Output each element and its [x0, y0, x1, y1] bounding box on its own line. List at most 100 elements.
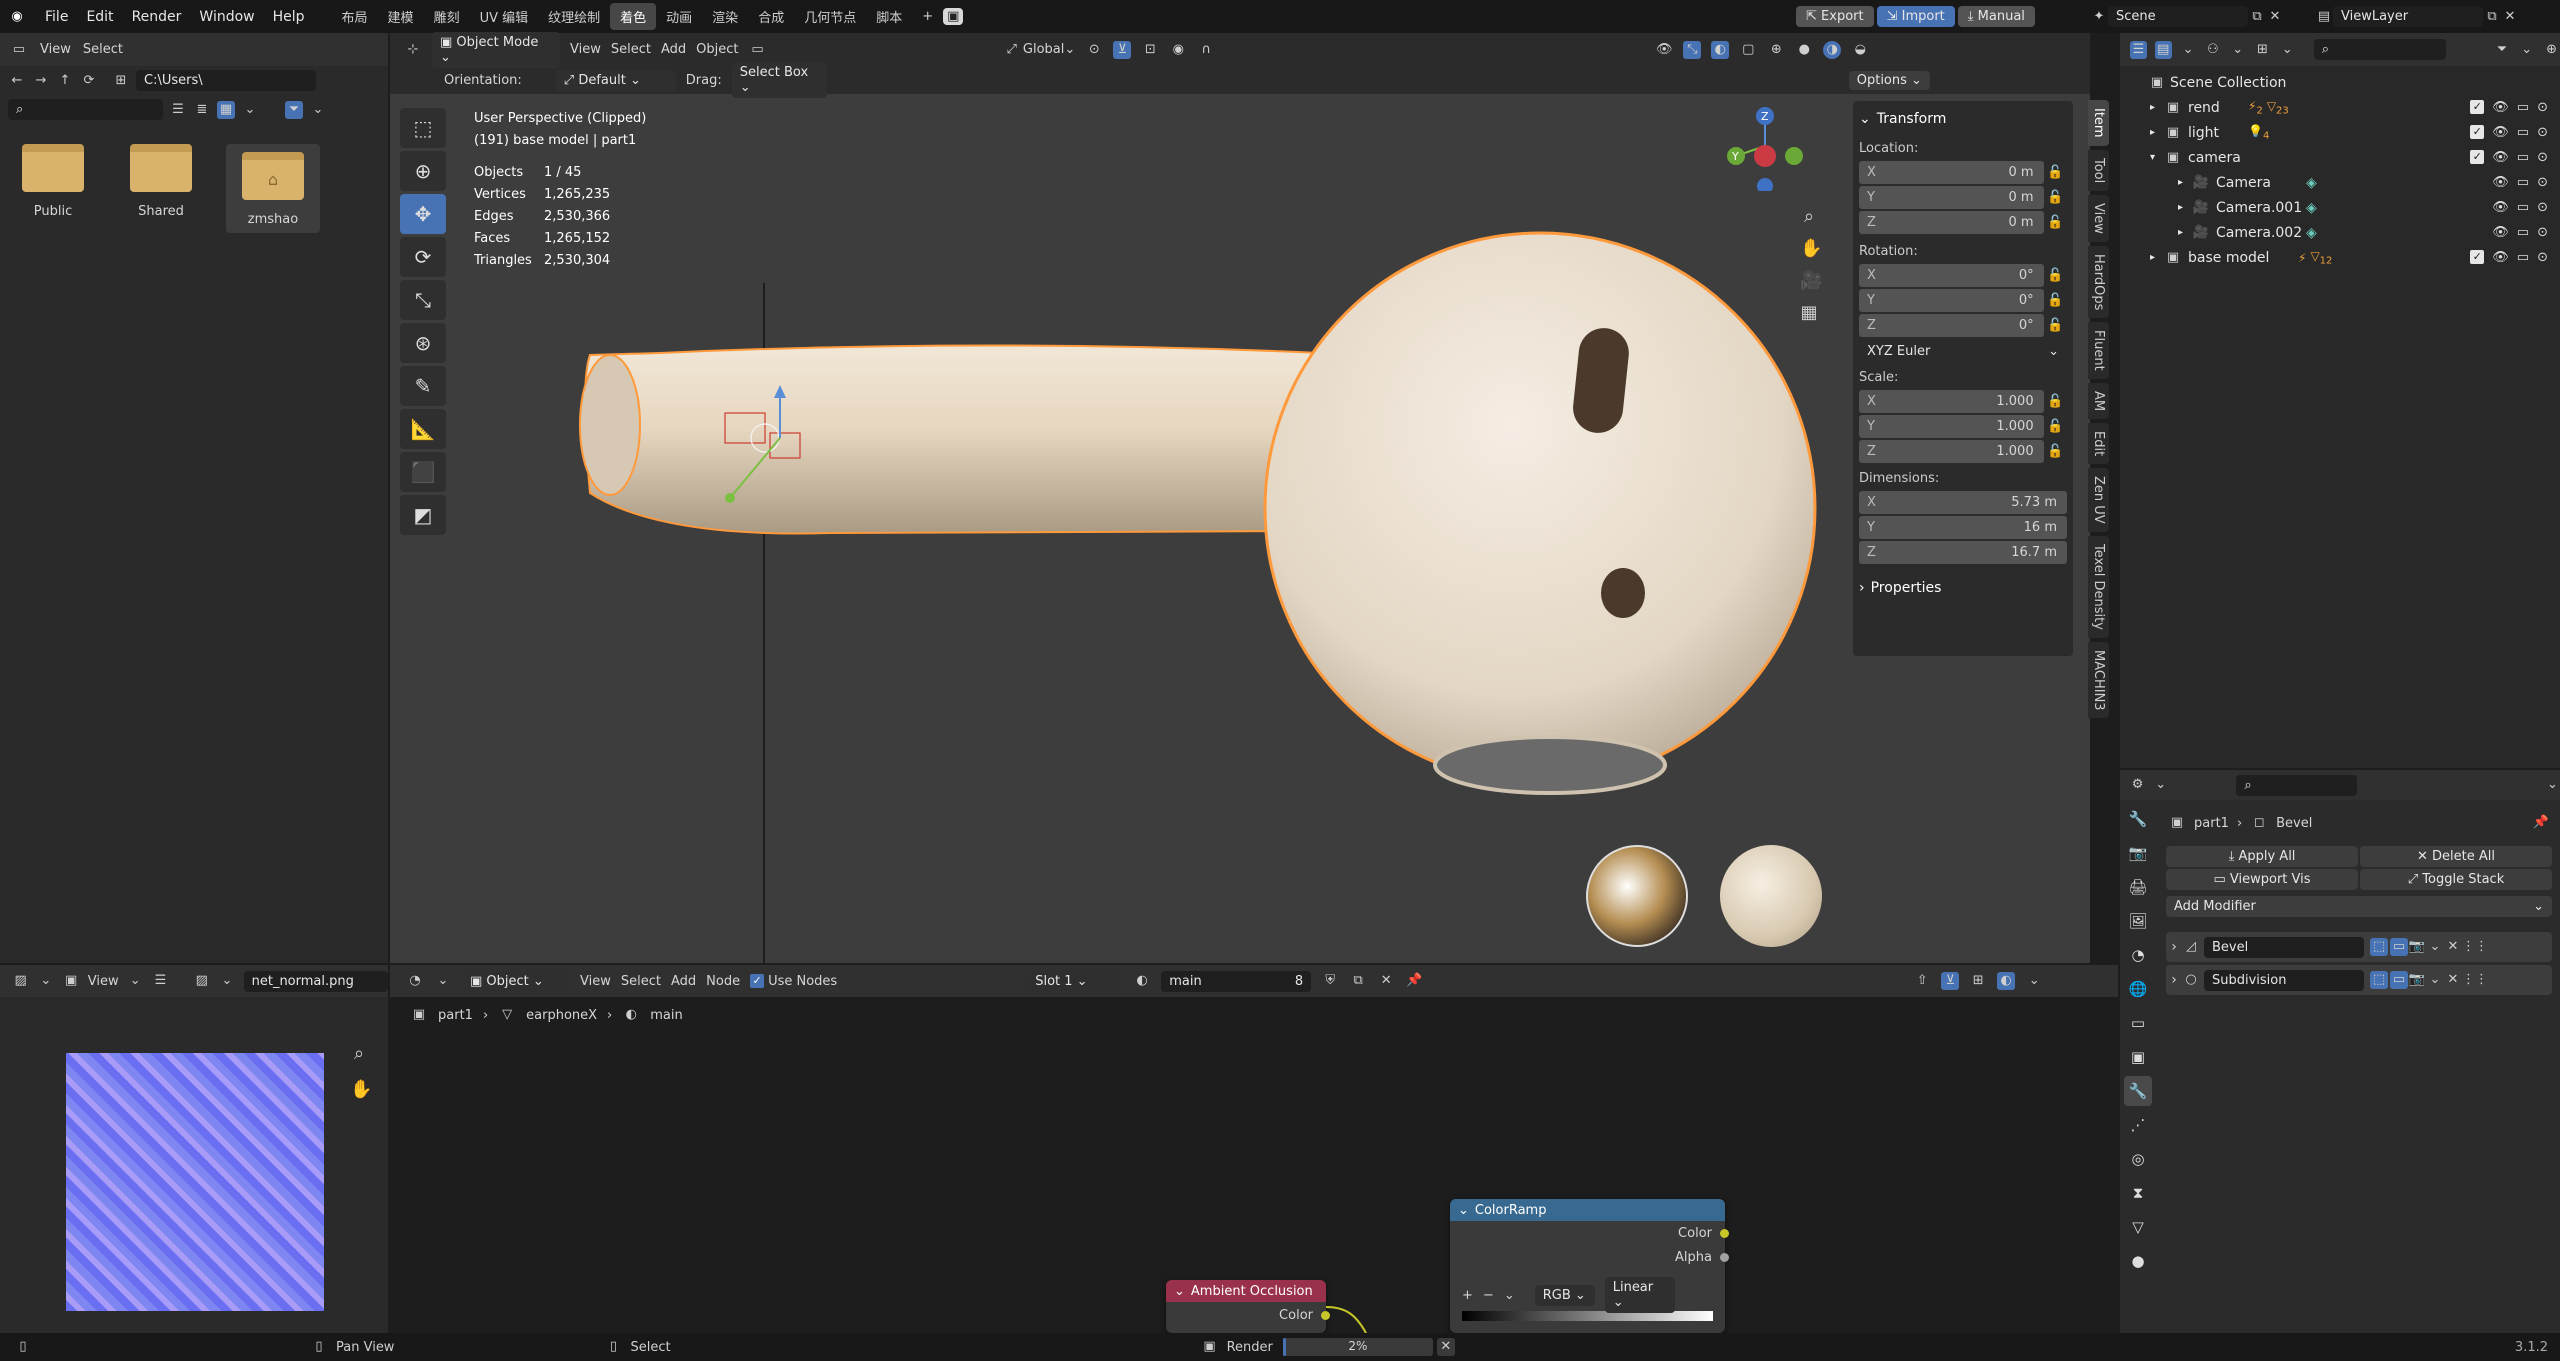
wireframe-shading-icon[interactable]: ⊕ — [1767, 41, 1785, 59]
menu-node[interactable]: Node — [706, 974, 740, 989]
filter-icon[interactable]: ⏷ — [285, 100, 303, 119]
object-tab-icon[interactable]: ▣ — [2124, 1042, 2152, 1072]
normal-map-texture[interactable] — [66, 1053, 324, 1311]
zoom-icon[interactable]: ⌕ — [350, 1045, 368, 1063]
tab-edit[interactable]: Edit — [2088, 422, 2109, 465]
close-icon[interactable]: ✕ — [2444, 971, 2462, 989]
dimensions-y-field[interactable]: Y 16 m — [1859, 515, 2067, 539]
ambient-occlusion-node[interactable]: ⌄ Ambient Occlusion Color — [1166, 1280, 1330, 1333]
eye-icon[interactable]: 👁 — [2492, 250, 2509, 265]
tab-scripting[interactable]: 脚本 — [866, 3, 912, 30]
filter-icon[interactable]: ⏷ — [2494, 41, 2511, 59]
rotation-y-field[interactable]: Y 0° — [1859, 288, 2044, 312]
collection-tab-icon[interactable]: ▭ — [2124, 1008, 2152, 1038]
rotation-mode-dropdown[interactable]: XYZ Euler ⌄ — [1859, 341, 2067, 362]
dimensions-x-field[interactable]: X 5.73 m — [1859, 490, 2067, 514]
proportional-icon[interactable]: ◉ — [1169, 41, 1187, 59]
tab-zen-uv[interactable]: Zen UV — [2088, 468, 2109, 532]
path-field[interactable]: C:\Users\ — [136, 70, 316, 91]
tab-uv-editing[interactable]: UV 编辑 — [470, 3, 539, 30]
back-icon[interactable]: ← — [8, 72, 26, 90]
interpolation-dropdown[interactable]: Linear ⌄ — [1604, 1277, 1675, 1313]
view-layer-tab-icon[interactable]: 🖼 — [2124, 906, 2152, 936]
expand-arrow-icon[interactable]: ▸ — [2150, 127, 2164, 138]
camera-icon[interactable]: ⊙ — [2537, 225, 2548, 240]
material-browse-icon[interactable]: ◐ — [1133, 972, 1151, 990]
physics-tab-icon[interactable]: ◎ — [2124, 1144, 2152, 1174]
toggle-stack-button[interactable]: ⤢ Toggle Stack — [2360, 869, 2552, 890]
viewlayer-name[interactable]: ViewLayer — [2333, 6, 2483, 27]
tab-am[interactable]: AM — [2088, 382, 2109, 419]
editor-type-icon[interactable]: ◔ — [406, 972, 424, 990]
chevron-down-icon[interactable]: ⌄ — [434, 972, 452, 990]
pin-icon[interactable]: 📌 — [1405, 972, 1423, 990]
apply-all-button[interactable]: ⤓ Apply All — [2166, 846, 2358, 867]
expand-arrow-icon[interactable]: › — [2166, 939, 2182, 955]
menu-edit[interactable]: Edit — [77, 9, 122, 25]
outliner-row-camera-obj[interactable]: ▸ 🎥 Camera ◈ 👁 ▭ ⊙ — [2120, 170, 2560, 195]
workspace-image-icon[interactable]: ▣ — [943, 8, 964, 25]
snap-icon[interactable]: ⊻ — [1941, 972, 1960, 990]
eye-icon[interactable]: 👁 — [2492, 225, 2509, 240]
camera-icon[interactable]: ⊙ — [2537, 200, 2548, 215]
modifier-name-field[interactable]: Bevel — [2204, 936, 2364, 958]
menu-file[interactable]: File — [36, 9, 77, 25]
tab-view[interactable]: View — [2088, 194, 2109, 242]
colorramp-node[interactable]: ⌄ ColorRamp Color Alpha + − ⌄ RGB ⌄ Line… — [1450, 1199, 1729, 1333]
tab-texture-paint[interactable]: 纹理绘制 — [538, 3, 610, 30]
camera-icon[interactable]: ⊙ — [2537, 125, 2548, 140]
refresh-icon[interactable]: ⟳ — [80, 72, 98, 90]
shader-type-dropdown[interactable]: ▣ Object ⌄ — [462, 970, 570, 992]
manual-button[interactable]: ⤓ Manual — [1957, 6, 2035, 27]
file-search-input[interactable]: ⌕ — [8, 99, 163, 120]
chevron-down-icon[interactable]: ⌄ — [127, 972, 144, 990]
detail-view-icon[interactable]: ≣ — [193, 101, 211, 119]
image-browse-icon[interactable]: ▨ — [193, 972, 210, 990]
color-socket-icon[interactable] — [1720, 1228, 1729, 1238]
tab-modeling[interactable]: 建模 — [378, 3, 424, 30]
render-toggle-icon[interactable]: 📷 — [2408, 971, 2426, 989]
camera-icon[interactable]: ⊙ — [2537, 100, 2548, 115]
render-tab-icon[interactable]: 📷 — [2124, 838, 2152, 868]
export-button[interactable]: ⇱ Export — [1796, 6, 1874, 27]
drag-handle-icon[interactable]: ⋮⋮ — [2462, 938, 2488, 956]
close-icon[interactable]: ✕ — [1377, 972, 1395, 990]
folder-item-public[interactable]: Public — [10, 144, 96, 219]
lock-icon[interactable]: 🔓 — [2044, 190, 2067, 205]
menu-view[interactable]: View — [570, 42, 601, 57]
pan-hand-icon[interactable]: ✋ — [350, 1081, 372, 1099]
chevron-down-icon[interactable]: ⌄ — [218, 972, 235, 990]
cancel-render-icon[interactable]: ✕ — [1436, 1338, 1455, 1356]
ao-node-header[interactable]: ⌄ Ambient Occlusion — [1166, 1280, 1326, 1302]
snap-target-icon[interactable]: ⊡ — [1141, 41, 1159, 59]
thumbnail-view-icon[interactable]: ▦ — [217, 100, 235, 119]
copy-icon[interactable]: ⧉ — [2483, 8, 2501, 26]
world-tab-icon[interactable]: 🌐 — [2124, 974, 2152, 1004]
ortho-grid-icon[interactable]: ▦ — [1800, 304, 1818, 322]
editor-type-icon[interactable]: ⚙ — [2130, 776, 2145, 794]
tab-hardops[interactable]: HardOps — [2088, 245, 2109, 319]
add-workspace-icon[interactable]: + — [912, 5, 943, 28]
lock-icon[interactable]: 🔓 — [2044, 419, 2067, 434]
checkbox-icon[interactable]: ✓ — [2470, 150, 2485, 164]
scene-name[interactable]: Scene — [2108, 6, 2248, 27]
camera-view-icon[interactable]: 🎥 — [1800, 272, 1822, 290]
particles-tab-icon[interactable]: ⋰ — [2124, 1110, 2152, 1140]
chevron-down-icon[interactable]: ⌄ — [2279, 41, 2296, 59]
viewport-vis-button[interactable]: ▭ Viewport Vis — [2166, 869, 2358, 890]
tab-rendering[interactable]: 渲染 — [702, 3, 748, 30]
menu-object[interactable]: Object — [696, 42, 738, 57]
navigation-gizmo[interactable]: Z Y — [1720, 101, 1810, 194]
eye-icon[interactable]: 👁 — [2492, 200, 2509, 215]
earphone-model[interactable] — [390, 93, 1850, 963]
material-tab-icon[interactable]: ● — [2124, 1246, 2152, 1276]
menu-view[interactable]: View — [88, 974, 119, 989]
editor-type-icon[interactable]: ▨ — [12, 972, 29, 990]
list-view-icon[interactable]: ☰ — [169, 101, 187, 119]
tab-fluent[interactable]: Fluent — [2088, 322, 2109, 379]
material-name-field[interactable]: main 8 — [1161, 970, 1312, 992]
options-button[interactable]: Options ⌄ — [1848, 70, 1930, 90]
folder-item-zmshao[interactable]: ⌂ zmshao — [226, 144, 320, 233]
blender-logo-icon[interactable]: ◉ — [8, 8, 26, 26]
hamburger-icon[interactable]: ☰ — [152, 972, 169, 990]
